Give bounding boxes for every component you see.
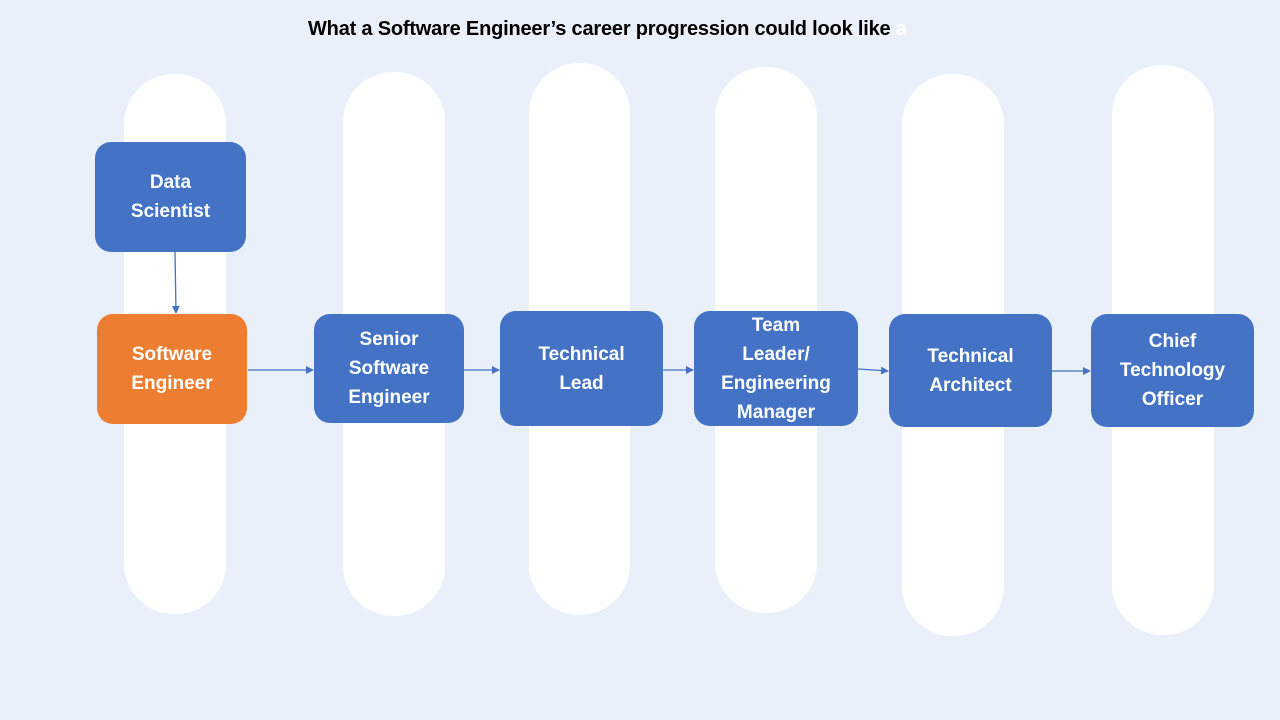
node-software-engineer: Software Engineer	[97, 314, 247, 424]
node-technical-lead: Technical Lead	[500, 311, 663, 426]
node-senior-software-engineer: Senior Software Engineer	[314, 314, 464, 423]
edge-team-leader-to-architect	[857, 366, 889, 375]
edge-data-scientist-to-software-engineer	[171, 251, 180, 314]
node-chief-technology-officer: Chief Technology Officer	[1091, 314, 1254, 427]
node-technical-architect: Technical Architect	[889, 314, 1052, 427]
node-team-leader-engineering-manager: Team Leader/ Engineering Manager	[694, 311, 858, 426]
node-data-scientist: Data Scientist	[95, 142, 246, 252]
